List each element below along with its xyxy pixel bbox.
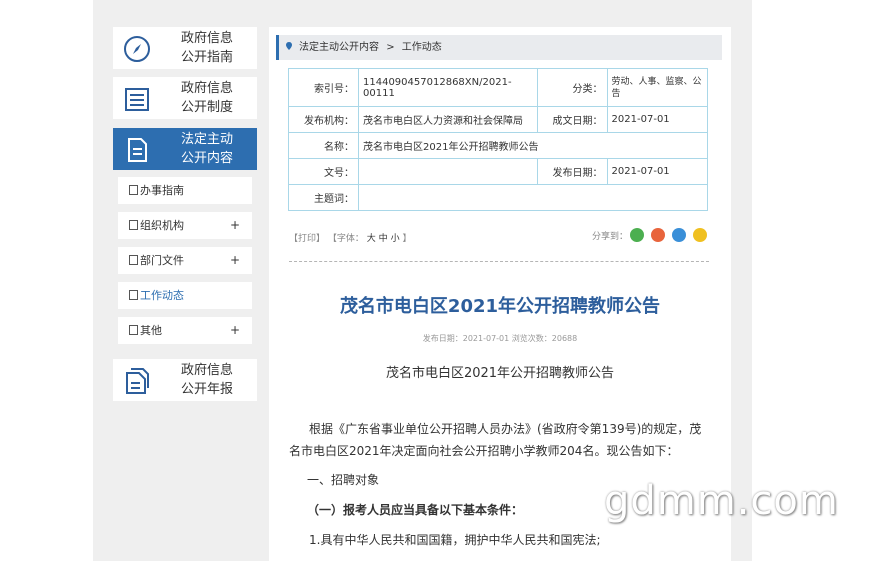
sidebar-item-org[interactable]: 组织机构 + — [118, 212, 252, 239]
article-heading: 茂名市电白区2021年公开招聘教师公告 — [385, 366, 615, 381]
article-paragraph: 1.具有中华人民共和国国籍，拥护中华人民共和国宪法; — [309, 533, 601, 547]
card-label-line2: 公开年报 — [181, 382, 234, 397]
sidebar-item-label: 其他 — [140, 324, 162, 337]
sidebar-item-label: 工作动态 — [140, 289, 184, 302]
font-size-small-button[interactable]: 小 — [391, 234, 400, 244]
card-label-line2: 公开指南 — [181, 50, 234, 65]
sidebar-item-label: 部门文件 — [140, 254, 184, 267]
font-size-large-button[interactable]: 大 — [367, 234, 376, 244]
page-margin-left — [0, 0, 93, 561]
index-label: 索引号： — [288, 68, 359, 107]
font-size-label: 【字体： — [327, 234, 364, 244]
sidebar-card-guide[interactable]: 政府信息 公开指南 — [113, 27, 257, 69]
name-value: 茂名市电白区2021年公开招聘教师公告 — [358, 132, 708, 159]
font-size-bracket: 】 — [402, 234, 412, 244]
publish-date-label: 发布日期： — [536, 158, 608, 185]
created-date-label: 成文日期： — [536, 106, 608, 133]
divider — [289, 261, 709, 262]
compass-icon — [124, 36, 150, 62]
sidebar-item-news[interactable]: 工作动态 — [118, 282, 252, 309]
article-subsection-heading: （一）报考人员应当具备以下基本条件： — [307, 503, 524, 517]
article-paragraph: 名市电白区2021年决定面向社会公开招聘小学教师204名。现公告如下： — [289, 444, 679, 458]
subject-label: 主题词： — [288, 184, 359, 211]
publisher-label: 发布机构： — [288, 106, 359, 133]
breadcrumb: 法定主动公开内容 > 工作动态 — [276, 35, 722, 60]
expand-icon[interactable]: + — [230, 247, 240, 274]
print-button[interactable]: 【打印】 — [289, 234, 325, 244]
weibo-icon[interactable] — [651, 228, 665, 242]
qq-icon[interactable] — [672, 228, 686, 242]
location-pin-icon — [286, 42, 292, 50]
page-icon — [129, 220, 138, 230]
created-date-value: 2021-07-01 — [606, 106, 709, 133]
class-value: 劳动、人事、监察、公告 — [606, 68, 709, 107]
qzone-icon[interactable] — [693, 228, 707, 242]
article-paragraph: 根据《广东省事业单位公开招聘人员办法》(省政府令第139号)的规定，茂 — [309, 422, 702, 436]
document-icon — [128, 138, 147, 162]
card-label-line2: 公开内容 — [181, 151, 234, 166]
card-label-line1: 法定主动 — [181, 132, 234, 147]
index-value: 1144090457012868XN/2021-00111 — [358, 68, 538, 107]
article-meta: 发布日期：2021-07-01 浏览次数：20688 — [422, 334, 578, 343]
page-icon — [129, 290, 138, 300]
card-label-line2: 公开制度 — [181, 100, 234, 115]
article-section-heading: 一、招聘对象 — [307, 473, 380, 487]
article-toolbar: 【打印】 【字体： 大 中 小 】 — [289, 231, 411, 244]
list-icon — [125, 88, 149, 111]
report-icon — [126, 368, 149, 394]
sidebar-item-other[interactable]: 其他 + — [118, 317, 252, 344]
breadcrumb-separator: > — [386, 42, 395, 53]
sidebar-card-content[interactable]: 法定主动 公开内容 — [113, 128, 257, 170]
breadcrumb-link-news[interactable]: 工作动态 — [402, 42, 442, 53]
share-bar: 分享到： — [592, 228, 712, 245]
sidebar-item-docs[interactable]: 部门文件 + — [118, 247, 252, 274]
sidebar-card-system[interactable]: 政府信息 公开制度 — [113, 77, 257, 119]
document-meta-table: 索引号： 1144090457012868XN/2021-00111 分类： 劳… — [288, 68, 709, 211]
share-label: 分享到： — [592, 232, 629, 242]
doc-number-value — [358, 158, 538, 185]
card-label-line1: 政府信息 — [181, 363, 234, 378]
font-size-medium-button[interactable]: 中 — [379, 234, 388, 244]
page-icon — [129, 185, 138, 195]
name-label: 名称： — [288, 132, 359, 159]
watermark-text: gdmm.com — [604, 478, 839, 524]
sidebar-item-label: 办事指南 — [140, 184, 184, 197]
class-label: 分类： — [536, 68, 608, 107]
page-icon — [129, 255, 138, 265]
expand-icon[interactable]: + — [230, 212, 240, 239]
expand-icon[interactable]: + — [230, 317, 240, 344]
sidebar-item-label: 组织机构 — [140, 219, 184, 232]
sidebar-item-guide[interactable]: 办事指南 — [118, 177, 252, 204]
publisher-value: 茂名市电白区人力资源和社会保障局 — [358, 106, 538, 133]
doc-number-label: 文号： — [288, 158, 359, 185]
publish-date-value: 2021-07-01 — [606, 158, 709, 185]
card-label-line1: 政府信息 — [181, 31, 234, 46]
card-label-line1: 政府信息 — [181, 81, 234, 96]
wechat-icon[interactable] — [630, 228, 644, 242]
breadcrumb-link-content[interactable]: 法定主动公开内容 — [299, 42, 379, 53]
sidebar-card-report[interactable]: 政府信息 公开年报 — [113, 359, 257, 401]
subject-value — [358, 184, 708, 211]
page-icon — [129, 325, 138, 335]
article-title: 茂名市电白区2021年公开招聘教师公告 — [339, 296, 661, 317]
